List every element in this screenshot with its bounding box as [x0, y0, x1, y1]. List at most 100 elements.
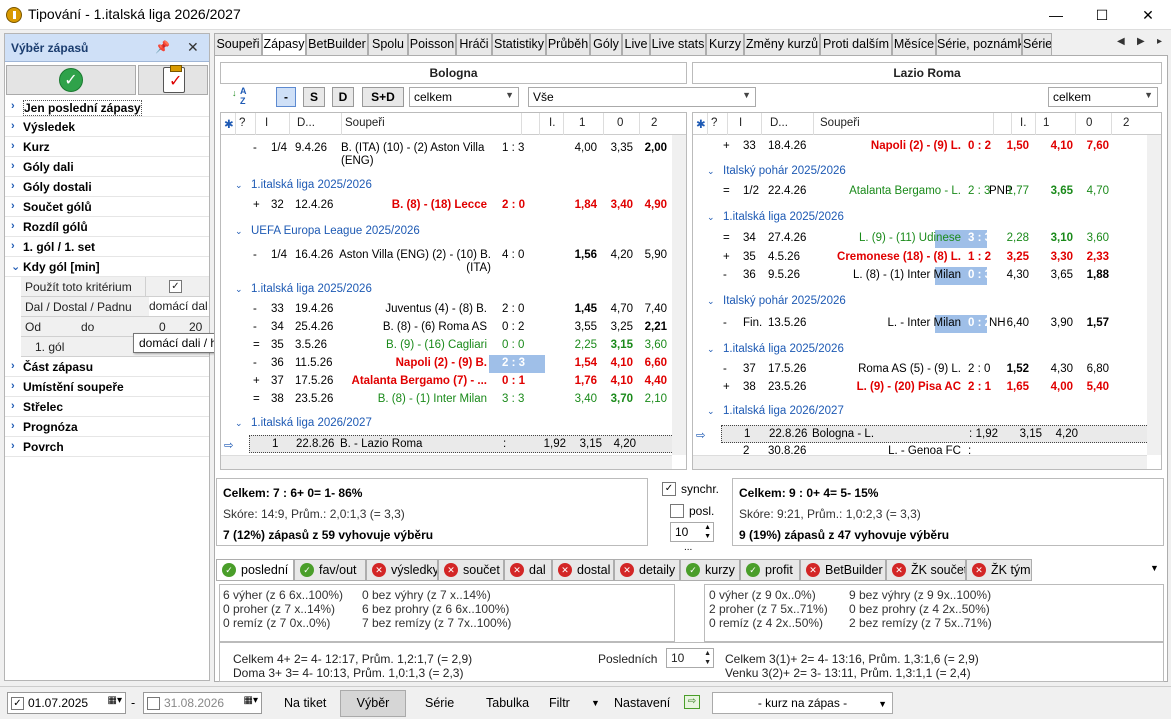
minimize-button[interactable]: — — [1033, 0, 1079, 30]
expand-icon[interactable]: ⌄ — [235, 284, 243, 295]
date-to-picker[interactable]: 31.08.2026 ▦▾ — [143, 692, 262, 714]
stats-tab-0[interactable]: ✓ poslední — [216, 559, 294, 581]
table-row[interactable]: = 35 3.5.26 B. (9) - (16) Cagliari 0 : 0 2,25… — [221, 337, 686, 355]
table-row[interactable]: - 36 11.5.26 Napoli (2) - (9) B. 2 : 3 1,54 4,… — [221, 355, 686, 373]
stats-tab-4[interactable]: ✕ dal — [504, 559, 552, 581]
tab-scroll-right-icon[interactable]: ▶ — [1137, 36, 1145, 47]
tab-8[interactable]: Góly — [590, 33, 622, 55]
table-row[interactable]: - 1/4 16.4.26 Aston Villa (ENG) (2) - (10) … — [221, 247, 686, 279]
criterion-item[interactable]: › Povrch — [5, 437, 209, 457]
column-c0[interactable]: 0 — [617, 117, 623, 129]
expand-icon[interactable]: ⌄ — [707, 406, 715, 417]
last-count-input[interactable]: 10 ▲ ▼ — [670, 522, 714, 542]
stats-tab-11[interactable]: ✕ ŽK tým — [966, 559, 1032, 581]
settings-button[interactable]: Nastavení — [614, 696, 670, 710]
vertical-scrollbar[interactable] — [1147, 135, 1161, 455]
home-scope-select[interactable]: celkem ▼ — [409, 87, 519, 107]
tab-4[interactable]: Poisson — [408, 33, 456, 55]
tab-5[interactable]: Hráči — [456, 33, 492, 55]
vertical-scrollbar[interactable] — [672, 135, 686, 455]
column-c0[interactable]: 0 — [1086, 117, 1092, 129]
table-row[interactable]: = 34 27.4.26 L. (9) - (11) Udinese 3 : 3 2,28… — [693, 230, 1161, 248]
table-row[interactable]: +38 23.5.26 L. (9) - (20) Pisa AC 2 : 1 1,65… — [693, 379, 1161, 397]
criterion-item[interactable]: ⌄ Kdy gól [min] — [5, 257, 209, 277]
splitter-dots[interactable]: ... — [684, 542, 692, 553]
selection-button[interactable]: Výběr — [340, 690, 406, 717]
sync-checkbox[interactable]: ✓ — [662, 482, 676, 496]
use-criterion-checkbox[interactable]: ✓ — [169, 280, 182, 293]
filter-dropdown-icon[interactable]: ▼ — [591, 698, 600, 708]
od-value[interactable]: 0 — [159, 320, 166, 334]
tab-scroll-left-icon[interactable]: ◀ — [1117, 36, 1125, 47]
table-row[interactable]: = 38 23.5.26 B. (8) - (1) Inter Milan 3 : 3 3… — [221, 391, 686, 409]
table-row[interactable]: - 33 19.4.26 Juventus (4) - (8) B. 2 : 0 1,45… — [221, 301, 686, 319]
maximize-button[interactable]: ☐ — [1079, 0, 1125, 30]
criterion-item[interactable]: › Součet gólů — [5, 197, 209, 217]
table-row[interactable]: +33 18.4.26 Napoli (2) - (9) L. 0 : 2 1,50 4,… — [693, 138, 1161, 156]
table-row[interactable]: +37 17.5.26 Atalanta Bergamo (7) - ... 0 : … — [221, 373, 686, 391]
table-row[interactable]: +35 4.5.26 Cremonese (18) - (8) L. 1 : 2 3,2… — [693, 249, 1161, 267]
close-panel-icon[interactable]: ✕ — [187, 39, 199, 56]
tab-14[interactable]: Měsíce — [892, 33, 936, 55]
last-n-input[interactable]: 10 ▲ ▼ — [666, 648, 714, 668]
filter-sd-button[interactable]: S+D — [362, 87, 404, 107]
expand-icon[interactable]: ⌄ — [707, 212, 715, 223]
sort-az-icon[interactable]: ↓ A Z — [230, 86, 256, 108]
expand-icon[interactable]: ⌄ — [235, 226, 243, 237]
tab-7[interactable]: Průběh — [546, 33, 590, 55]
criterion-item[interactable]: › Góly dostali — [5, 177, 209, 197]
away-scope-select[interactable]: celkem ▼ — [1048, 87, 1158, 107]
date-from-picker[interactable]: ✓ 01.07.2025 ▦▾ — [7, 692, 126, 714]
tab-13[interactable]: Proti dalším — [820, 33, 892, 55]
criterion-item[interactable]: › Část zápasu — [5, 357, 209, 377]
stats-tab-9[interactable]: ✕ BetBuilder — [800, 559, 886, 581]
tab-3[interactable]: Spolu — [368, 33, 408, 55]
column-c1[interactable]: 1 — [579, 117, 585, 129]
column-i[interactable]: I — [739, 117, 742, 129]
column-c2[interactable]: 2 — [651, 117, 657, 129]
stats-tab-10[interactable]: ✕ ŽK součet — [886, 559, 966, 581]
criterion-item[interactable]: › Góly dali — [5, 157, 209, 177]
column-opp[interactable]: Soupeři — [820, 117, 860, 129]
tab-15[interactable]: Série, poznámky — [936, 33, 1022, 55]
horizontal-scrollbar[interactable] — [221, 455, 672, 469]
pin-icon[interactable]: 📌 — [155, 40, 170, 54]
column-date[interactable]: D... — [770, 117, 788, 129]
last-checkbox[interactable] — [670, 504, 684, 518]
expand-icon[interactable]: ⌄ — [235, 418, 243, 429]
expand-icon[interactable]: ⌄ — [707, 166, 715, 177]
tab-11[interactable]: Kurzy — [706, 33, 744, 55]
column-i2[interactable]: I. — [1020, 117, 1026, 129]
table-button[interactable]: Tabulka — [486, 696, 529, 710]
expand-icon[interactable]: ⌄ — [707, 296, 715, 307]
criterion-item[interactable]: › Prognóza — [5, 417, 209, 437]
close-button[interactable]: ✕ — [1125, 0, 1171, 30]
criterion-item[interactable]: › Jen poslední zápasy — [5, 97, 209, 117]
filter-button[interactable]: Filtr — [549, 696, 570, 710]
criterion-item[interactable]: › Rozdíl gólů — [5, 217, 209, 237]
tab-12[interactable]: Změny kurzů — [744, 33, 820, 55]
tab-1[interactable]: Zápasy — [262, 33, 306, 56]
column-c1[interactable]: 1 — [1043, 117, 1049, 129]
table-row[interactable]: - 34 25.4.26 B. (8) - (6) Roma AS 0 : 2 3,55 3… — [221, 319, 686, 337]
column-star[interactable]: ✱ — [224, 117, 234, 131]
column-i2[interactable]: I. — [549, 117, 555, 129]
tab-10[interactable]: Live stats — [650, 33, 706, 55]
confirm-selection-button[interactable]: ✓ — [6, 65, 136, 95]
criterion-item[interactable]: › Výsledek — [5, 117, 209, 137]
stats-tab-3[interactable]: ✕ součet — [438, 559, 504, 581]
tab-6[interactable]: Statistiky — [492, 33, 546, 55]
criterion-item[interactable]: › Střelec — [5, 397, 209, 417]
column-i[interactable]: I — [265, 117, 268, 129]
expand-icon[interactable]: ⌄ — [707, 344, 715, 355]
stats-tab-5[interactable]: ✕ dostal — [552, 559, 614, 581]
competition-select[interactable]: Vše ▼ — [528, 87, 756, 107]
tab-9[interactable]: Live — [622, 33, 650, 55]
column-q[interactable]: ? — [239, 117, 245, 129]
do-value[interactable]: 20 — [189, 320, 202, 334]
column-c2[interactable]: 2 — [1123, 117, 1129, 129]
table-row[interactable]: 1 22.8.26 B. - Lazio Roma: 1,92 3,15 4,20 ⇨ — [224, 435, 684, 453]
horizontal-scrollbar[interactable] — [693, 455, 1147, 469]
tab-16[interactable]: Série — [1022, 33, 1052, 55]
filter-s-button[interactable]: S — [303, 87, 325, 107]
